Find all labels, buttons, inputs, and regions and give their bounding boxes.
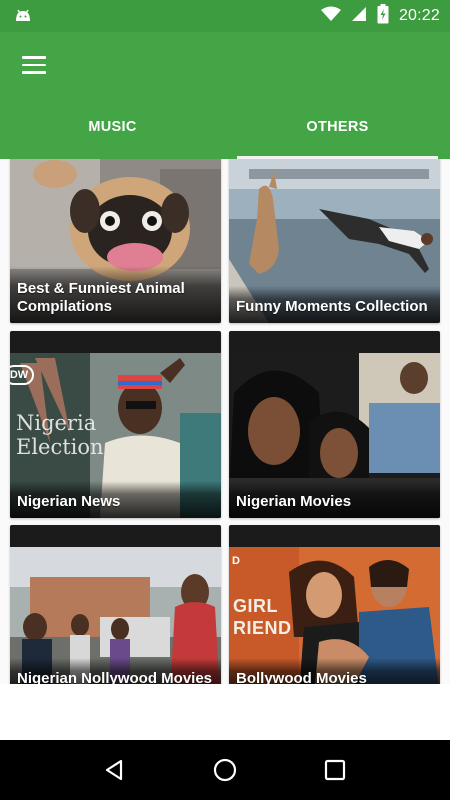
tab-others[interactable]: OTHERS (225, 95, 450, 159)
card-title: Bollywood Movies (229, 658, 440, 684)
system-nav-bar (0, 740, 450, 800)
battery-charging-icon (377, 3, 389, 29)
card-nigerian-news[interactable]: DW Nigeria Election Nigerian News (10, 331, 221, 518)
bollywood-overlay-text-top: D (232, 555, 240, 567)
signal-icon (351, 6, 367, 27)
wifi-icon (320, 6, 341, 27)
back-triangle-icon[interactable] (95, 750, 135, 790)
recents-square-icon[interactable] (315, 750, 355, 790)
app-bar: MUSIC OTHERS (0, 32, 450, 159)
card-title: Nigerian News (10, 481, 221, 518)
nigeria-election-overlay-text: Nigeria Election (16, 411, 104, 459)
android-icon (14, 7, 32, 23)
hamburger-menu-icon[interactable] (18, 50, 52, 80)
home-circle-icon[interactable] (205, 750, 245, 790)
status-time: 20:22 (398, 7, 440, 24)
tab-bar: MUSIC OTHERS (0, 95, 450, 159)
card-title: Nigerian Nollywood Movies (10, 658, 221, 684)
card-bollywood-movies[interactable]: D GIRL RIEND Bollywood Movies (229, 525, 440, 684)
card-title: Nigerian Movies (229, 481, 440, 518)
status-bar: 20:22 (0, 0, 450, 32)
card-animal-compilations[interactable]: Best & Funniest Animal Compilations (10, 159, 221, 323)
card-title: Best & Funniest Animal Compilations (10, 266, 221, 323)
bollywood-overlay-text: GIRL RIEND (233, 596, 292, 638)
card-title: Funny Moments Collection (229, 286, 440, 323)
category-grid: Best & Funniest Animal Compilations Funn… (0, 159, 450, 684)
card-nigerian-nollywood[interactable]: Nigerian Nollywood Movies (10, 525, 221, 684)
card-nigerian-movies[interactable]: Nigerian Movies (229, 331, 440, 518)
tab-music[interactable]: MUSIC (0, 95, 225, 159)
dw-logo: DW (10, 365, 34, 385)
card-funny-moments[interactable]: Funny Moments Collection (229, 159, 440, 323)
